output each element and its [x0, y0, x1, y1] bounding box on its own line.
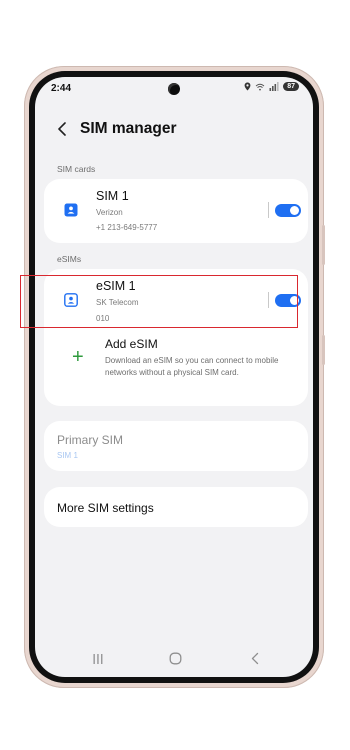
navigation-bar — [35, 641, 313, 677]
toggle-knob — [290, 206, 299, 215]
plus-icon: + — [72, 346, 84, 368]
power-button — [322, 335, 325, 365]
phone-screen: 2:44 87 SIM manager SIM cards SIM 1 Veri… — [35, 77, 313, 677]
chevron-left-icon[interactable] — [55, 120, 71, 138]
add-esim-row[interactable]: + Add eSIM Download an eSIM so you can c… — [44, 335, 308, 399]
more-sim-settings-label: More SIM settings — [57, 501, 154, 515]
add-esim-description: Download an eSIM so you can connect to m… — [105, 356, 279, 377]
status-time: 2:44 — [51, 83, 72, 94]
status-bar: 2:44 87 — [35, 77, 313, 99]
wifi-icon — [255, 83, 265, 90]
status-icons: 87 — [244, 82, 299, 91]
highlight-box — [20, 275, 298, 328]
recents-icon[interactable] — [92, 653, 104, 665]
sim-card-icon — [64, 203, 78, 217]
sim-cards-card: SIM 1 Verizon +1 213-649-5777 — [44, 179, 308, 243]
sim-number: +1 213-649-5777 — [96, 223, 158, 232]
more-sim-settings-card[interactable]: More SIM settings — [44, 487, 308, 527]
page-title: SIM manager — [80, 120, 177, 137]
location-icon — [244, 82, 251, 91]
signal-icon — [269, 82, 279, 91]
primary-sim-card[interactable]: Primary SIM SIM 1 — [44, 421, 308, 471]
home-icon[interactable] — [169, 652, 182, 665]
sim-carrier: Verizon — [96, 208, 123, 217]
app-header: SIM manager — [35, 117, 313, 141]
section-label-sim-cards: SIM cards — [57, 164, 96, 174]
add-esim-title: Add eSIM — [105, 337, 158, 351]
sim1-toggle[interactable] — [275, 204, 301, 217]
sim-title: SIM 1 — [96, 189, 129, 203]
primary-sim-title: Primary SIM — [57, 433, 123, 447]
section-label-esims: eSIMs — [57, 254, 82, 264]
front-camera — [168, 83, 180, 95]
volume-button — [322, 225, 325, 265]
back-icon[interactable] — [250, 652, 260, 665]
primary-sim-value: SIM 1 — [57, 451, 78, 460]
toggle-divider — [268, 202, 269, 218]
sim-row-sim1[interactable]: SIM 1 Verizon +1 213-649-5777 — [44, 185, 308, 237]
battery-icon: 87 — [283, 82, 299, 91]
